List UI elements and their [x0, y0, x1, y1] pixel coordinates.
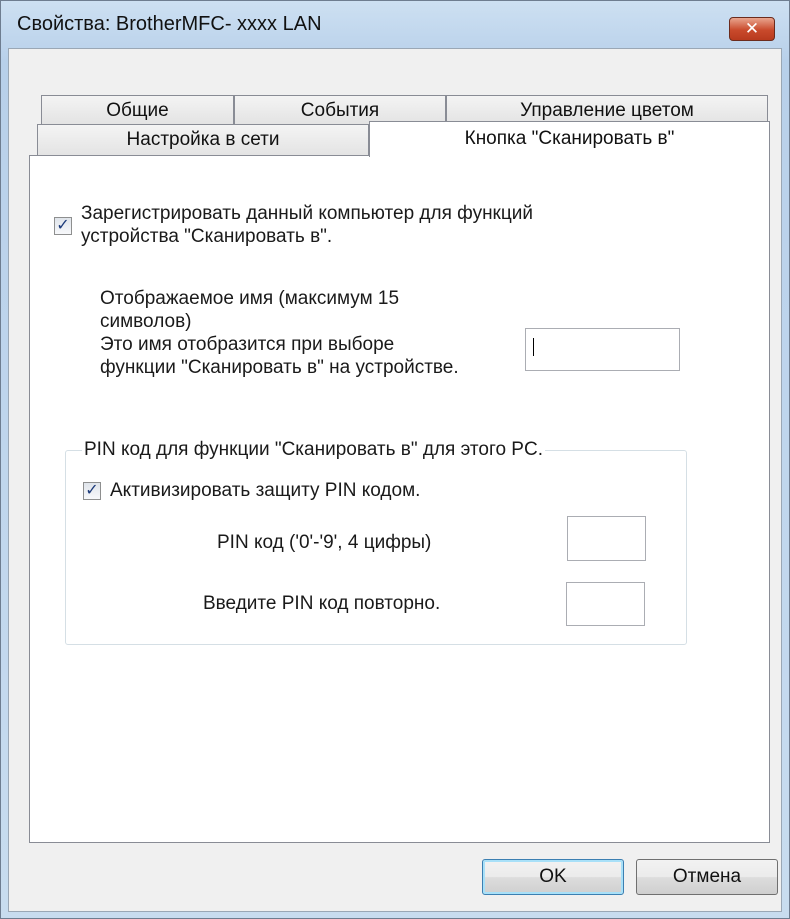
ok-button[interactable]: OK: [482, 859, 624, 895]
tab-scan-to-button[interactable]: Кнопка "Сканировать в": [369, 121, 770, 157]
display-name-hint-line1: Это имя отобразится при выборе: [100, 334, 395, 355]
display-name-hint-line2: функции "Сканировать в" на устройстве.: [100, 357, 459, 378]
tab-general[interactable]: Общие: [41, 95, 234, 124]
display-name-label-line1: Отображаемое имя (максимум 15: [100, 288, 400, 309]
title-bar[interactable]: Свойства: BrotherMFC- xxxx LAN ✕: [1, 1, 789, 43]
cancel-button[interactable]: Отмена: [636, 859, 778, 895]
pin-group-title: PIN код для функции "Сканировать в" для …: [82, 439, 545, 461]
checkmark-icon: ✓: [85, 482, 99, 499]
pin-code-input[interactable]: [567, 516, 646, 561]
checkmark-icon: ✓: [56, 217, 70, 234]
register-computer-checkbox[interactable]: ✓: [54, 217, 72, 235]
tab-events[interactable]: События: [234, 95, 446, 124]
tab-network-settings[interactable]: Настройка в сети: [37, 124, 369, 156]
text-caret: [533, 338, 534, 356]
close-button[interactable]: ✕: [729, 17, 775, 41]
display-name-label-line2: символов): [100, 311, 192, 332]
register-computer-label-line2: устройства "Сканировать в".: [81, 226, 333, 247]
pin-repeat-input[interactable]: [566, 582, 645, 626]
enable-pin-checkbox[interactable]: ✓: [83, 482, 101, 500]
tab-color-management[interactable]: Управление цветом: [446, 95, 768, 124]
register-computer-label-line1: Зарегистрировать данный компьютер для фу…: [81, 203, 533, 224]
display-name-input[interactable]: [525, 328, 680, 371]
pin-code-label: PIN код ('0'-'9', 4 цифры): [217, 532, 432, 553]
close-icon: ✕: [744, 19, 760, 38]
enable-pin-label: Активизировать защиту PIN кодом.: [110, 480, 421, 501]
window-title: Свойства: BrotherMFC- xxxx LAN: [17, 13, 322, 35]
pin-repeat-label: Введите PIN код повторно.: [203, 593, 441, 614]
